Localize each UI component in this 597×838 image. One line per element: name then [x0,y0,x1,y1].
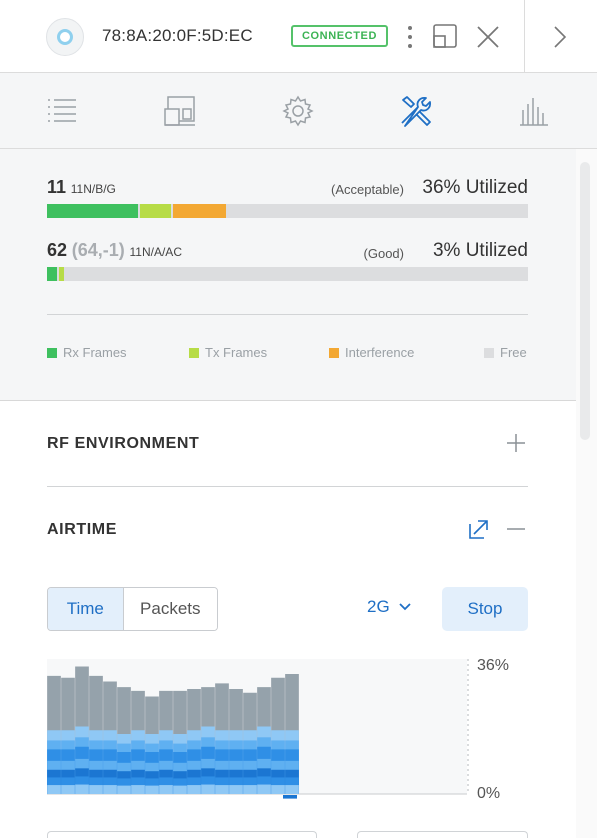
rx-frames-segment [47,267,57,281]
bottom-control-right[interactable] [357,831,528,838]
airtime-bar-wifi [271,785,285,794]
legend-tx: Tx Frames [189,345,267,360]
radio-2g-channel: 11 [47,177,67,197]
rf-environment-title[interactable]: RF ENVIRONMENT [47,435,199,453]
current-time-marker [283,795,297,799]
legend-label: Free [500,345,527,360]
header-divider [524,0,525,73]
radio-2g-label: 11 11N/B/G [47,177,116,198]
airtime-bar-wifi [201,784,215,794]
popout-icon[interactable] [433,24,459,55]
access-point-icon [57,29,73,45]
legend-rx: Rx Frames [47,345,127,360]
airtime-bar-wifi [229,785,243,794]
device-mac: 78:8A:20:0F:5D:EC [102,26,253,45]
radio-5g-label: 62 (64,-1) 11N/A/AC [47,240,182,261]
airtime-bar-wifi [75,784,89,794]
radio-2g-utilized: 36% Utilized [422,177,528,198]
y-axis-min-label: 0% [477,785,501,802]
legend-label: Tx Frames [205,345,268,360]
stop-button[interactable]: Stop [442,587,528,631]
devices-icon[interactable] [160,91,200,131]
bottom-control-left[interactable] [47,831,317,838]
chevron-right-icon[interactable] [553,26,567,53]
collapse-minus-icon[interactable] [505,518,527,540]
airtime-bar-wifi [243,785,257,794]
airtime-bar-wifi [145,785,159,794]
legend-free: Free [484,345,527,360]
radio-5g-channel-detail: (64,-1) [71,240,125,260]
device-avatar [46,18,84,56]
tx-frames-segment [140,204,171,218]
divider [47,486,528,487]
airtime-title[interactable]: AIRTIME [47,521,117,539]
status-badge: CONNECTED [291,25,388,47]
view-toggle: Time Packets [47,587,218,631]
chevron-down-icon [399,603,411,611]
gear-icon[interactable] [278,91,318,131]
expand-plus-icon[interactable] [505,432,527,454]
tool-tabs [0,73,597,149]
interference-segment [173,204,226,218]
airtime-bar-wifi [89,785,103,794]
legend-swatch [47,347,57,358]
legend-label: Interference [345,345,415,360]
y-axis-max-label: 36% [477,657,510,674]
legend-interference: Interference [329,345,414,360]
legend-swatch [484,347,494,358]
legend-label: Rx Frames [63,345,127,360]
radio-2g-utilization-bar [47,204,528,218]
radio-5g-channel: 62 [47,240,68,260]
radio-5g-quality: (Good) [363,246,404,261]
divider [47,314,528,315]
airtime-bar-wifi [187,785,201,794]
radio-2g-protocol: 11N/B/G [70,182,116,196]
airtime-bar-wifi [117,785,131,794]
rx-frames-segment [47,204,138,218]
airtime-bar-wifi [257,784,271,794]
time-tab[interactable]: Time [48,588,124,630]
tools-icon[interactable] [396,91,436,131]
tx-frames-segment [59,267,64,281]
airtime-bar-wifi [285,785,299,794]
close-icon[interactable] [476,25,500,54]
band-value: 2G [367,597,390,616]
device-header: 78:8A:20:0F:5D:EC CONNECTED [0,0,597,73]
open-external-icon[interactable] [469,519,489,539]
scrollbar-thumb[interactable] [580,162,590,440]
airtime-chart [47,659,469,799]
airtime-bar-wifi [61,785,75,794]
airtime-bar-wifi [159,785,173,794]
radio-5g-protocol: 11N/A/AC [129,245,182,259]
stats-icon[interactable] [514,91,554,131]
packets-tab[interactable]: Packets [123,588,217,630]
radio-5g-utilization-bar [47,267,528,281]
airtime-bar-wifi [131,785,145,794]
radio-5g-utilized: 3% Utilized [432,240,528,261]
airtime-bar-wifi [47,785,61,794]
airtime-bar-wifi [215,785,229,794]
band-select[interactable]: 2G [367,597,411,617]
list-icon[interactable] [42,91,82,131]
more-vert-icon[interactable] [402,25,418,54]
legend-swatch [329,347,339,358]
airtime-bar-wifi [173,785,187,794]
channel-utilization-panel: 11 11N/B/G (Acceptable) 36% Utilized 62 … [0,149,576,401]
legend-swatch [189,347,199,358]
airtime-bar-wifi [103,785,117,794]
radio-2g-quality: (Acceptable) [331,182,404,197]
